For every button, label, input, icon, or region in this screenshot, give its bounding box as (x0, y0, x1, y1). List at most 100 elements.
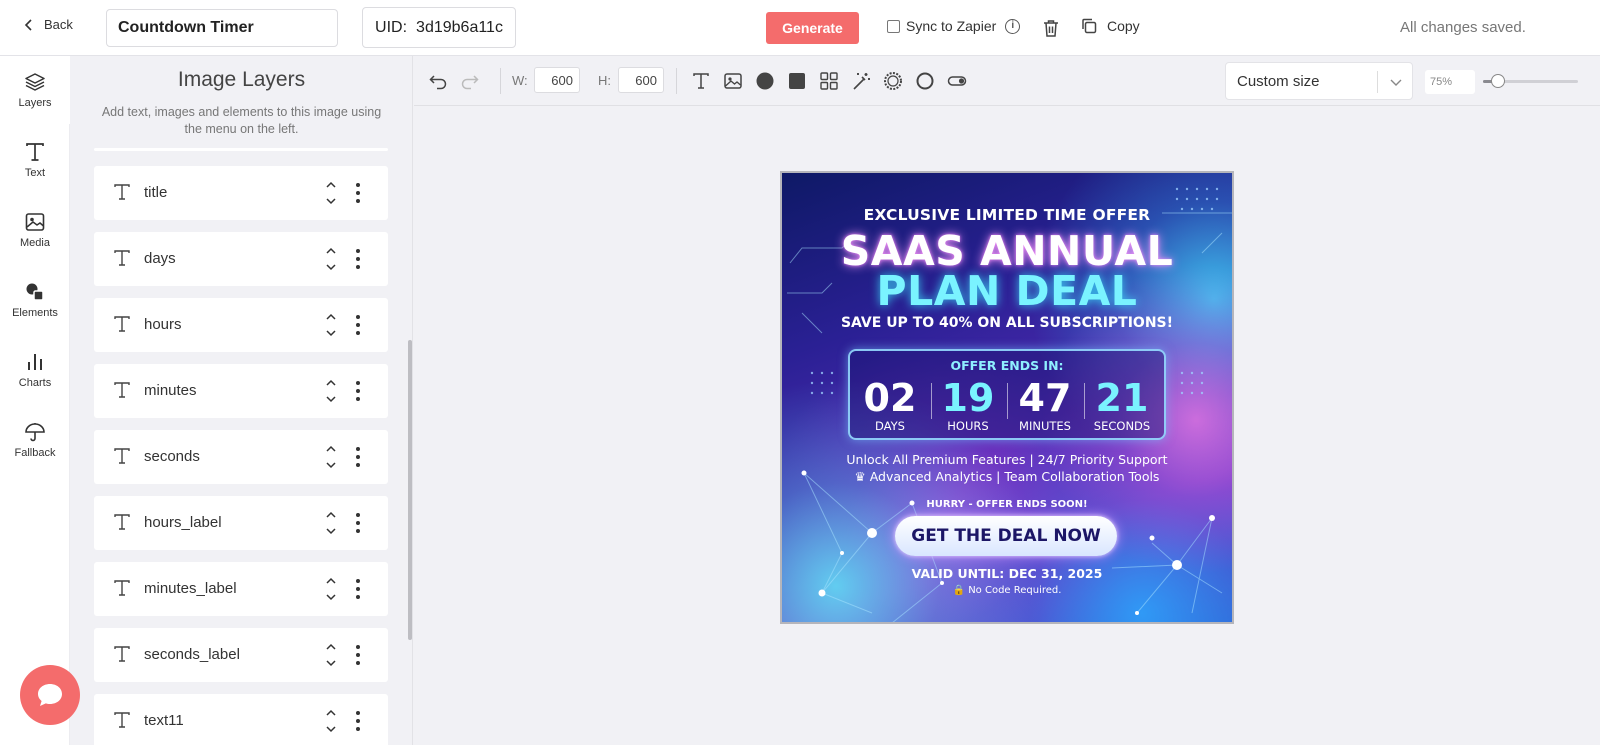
poster-cta-button: GET THE DEAL NOW (895, 516, 1117, 556)
more-options-icon[interactable] (356, 578, 360, 600)
more-options-icon[interactable] (356, 446, 360, 468)
poster-kicker: EXCLUSIVE LIMITED TIME OFFER (863, 206, 1151, 224)
rail-item-layers[interactable]: Layers (0, 56, 70, 124)
size-preset-value: Custom size (1237, 72, 1320, 90)
reorder-arrows-icon[interactable] (325, 377, 337, 405)
back-button[interactable]: Back (22, 17, 73, 32)
reorder-arrows-icon[interactable] (325, 179, 337, 207)
chat-launcher-button[interactable] (20, 665, 80, 725)
sync-zapier-toggle[interactable]: Sync to Zapier i (887, 18, 1021, 34)
rail-item-fallback[interactable]: Fallback (0, 406, 70, 474)
redo-icon[interactable] (460, 71, 480, 91)
panel-title: Image Layers (177, 68, 306, 91)
layer-row[interactable]: days (94, 232, 388, 286)
add-text-icon[interactable] (691, 71, 711, 91)
text-layer-icon (114, 514, 130, 530)
rail-item-media[interactable]: Media (0, 196, 70, 264)
width-label: W: (512, 73, 528, 88)
left-rail: Layers Text Media Elements Charts Fallba… (0, 56, 70, 745)
panel-subtitle: Add text, images and elements to this im… (101, 105, 382, 136)
bar-chart-icon (28, 354, 42, 370)
text-layer-icon (114, 580, 130, 596)
layer-row[interactable]: text11 (94, 694, 388, 745)
copy-label: Copy (1107, 18, 1140, 34)
layer-row[interactable]: seconds_label (94, 628, 388, 682)
countdown-days: 02 DAYS (852, 377, 928, 433)
save-status: All changes saved. (1400, 19, 1526, 36)
reorder-arrows-icon[interactable] (325, 575, 337, 603)
info-icon[interactable]: i (1005, 18, 1021, 34)
toggle-icon[interactable] (947, 71, 967, 91)
toolbar-divider (500, 68, 501, 94)
countdown-label: HOURS (947, 419, 989, 433)
countdown-minutes: 47 MINUTES (1007, 377, 1083, 433)
uid-value: 3d19b6a11c (416, 18, 503, 36)
layer-name: hours (144, 316, 182, 333)
layer-row[interactable]: hours (94, 298, 388, 352)
trash-icon[interactable] (1042, 18, 1060, 38)
grid-icon[interactable] (819, 71, 839, 91)
more-options-icon[interactable] (356, 182, 360, 204)
design-canvas[interactable]: EXCLUSIVE LIMITED TIME OFFER SAAS ANNUAL… (780, 171, 1234, 624)
sync-zapier-label: Sync to Zapier (906, 18, 997, 34)
reorder-arrows-icon[interactable] (325, 509, 337, 537)
reorder-arrows-icon[interactable] (325, 245, 337, 273)
layer-name: minutes_label (144, 580, 237, 597)
layer-row[interactable]: minutes_label (94, 562, 388, 616)
layer-name: seconds (144, 448, 200, 465)
template-name-input[interactable] (106, 9, 338, 47)
chevron-down-icon (1390, 79, 1402, 86)
uid-label: UID: (375, 18, 408, 36)
back-label: Back (44, 17, 73, 32)
more-options-icon[interactable] (356, 710, 360, 732)
more-options-icon[interactable] (356, 380, 360, 402)
add-image-icon[interactable] (723, 71, 743, 91)
reorder-arrows-icon[interactable] (325, 707, 337, 735)
text-layer-icon (114, 448, 130, 464)
circle-outline-icon[interactable] (915, 71, 935, 91)
layer-row[interactable]: seconds (94, 430, 388, 484)
rail-item-elements[interactable]: Elements (0, 266, 70, 334)
layer-row[interactable]: hours_label (94, 496, 388, 550)
countdown-label: DAYS (875, 419, 905, 433)
layer-row[interactable]: minutes (94, 364, 388, 418)
text-icon (26, 143, 44, 161)
size-preset-select[interactable]: Custom size (1225, 62, 1413, 100)
undo-icon[interactable] (428, 71, 448, 91)
height-input[interactable] (618, 67, 664, 93)
more-options-icon[interactable] (356, 314, 360, 336)
panel-scrollbar[interactable] (408, 340, 412, 640)
select-divider (1377, 71, 1378, 93)
rail-label-charts: Charts (18, 377, 52, 389)
generate-button[interactable]: Generate (766, 12, 859, 44)
layer-row[interactable]: title (94, 166, 388, 220)
add-circle-icon[interactable] (755, 71, 775, 91)
countdown-hours: 19 HOURS (930, 377, 1006, 433)
add-rectangle-icon[interactable] (787, 71, 807, 91)
poster-savings: SAVE UP TO 40% ON ALL SUBSCRIPTIONS! (840, 315, 1174, 331)
more-options-icon[interactable] (356, 248, 360, 270)
width-input[interactable] (534, 67, 580, 93)
sync-zapier-checkbox[interactable] (887, 19, 900, 33)
poster-hurry: HURRY - OFFER ENDS SOON! (926, 499, 1088, 510)
more-options-icon[interactable] (356, 644, 360, 666)
layer-name: days (144, 250, 176, 267)
copy-icon (1082, 18, 1097, 34)
magic-wand-icon[interactable] (851, 71, 871, 91)
layer-name: minutes (144, 382, 197, 399)
badge-shape-icon[interactable] (883, 71, 903, 91)
zoom-slider-thumb[interactable] (1490, 74, 1505, 88)
reorder-arrows-icon[interactable] (325, 311, 337, 339)
text-layer-icon (114, 184, 130, 200)
layers-icon (25, 73, 45, 91)
poster-valid-until: VALID UNTIL: DEC 31, 2025 (911, 566, 1103, 581)
copy-button[interactable]: Copy (1080, 17, 1140, 35)
rail-label-media: Media (20, 237, 50, 249)
text-layer-icon (114, 646, 130, 662)
rail-item-text[interactable]: Text (0, 126, 70, 194)
reorder-arrows-icon[interactable] (325, 443, 337, 471)
countdown-label: SECONDS (1093, 419, 1151, 433)
reorder-arrows-icon[interactable] (325, 641, 337, 669)
rail-item-charts[interactable]: Charts (0, 336, 70, 404)
more-options-icon[interactable] (356, 512, 360, 534)
